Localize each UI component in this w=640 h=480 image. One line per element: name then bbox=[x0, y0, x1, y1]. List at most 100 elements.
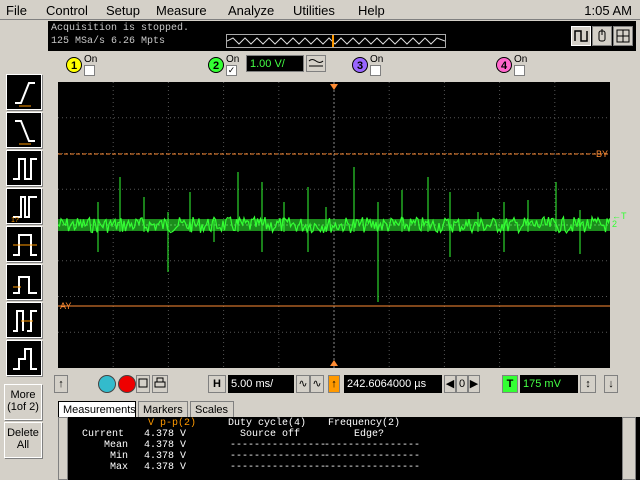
channel-2-badge[interactable]: 2 bbox=[208, 57, 224, 73]
coupling-button[interactable] bbox=[306, 55, 326, 72]
menu-bar: File Control Setup Measure Analyze Utili… bbox=[0, 0, 640, 20]
channel-2-checkbox[interactable]: ✓ bbox=[226, 65, 237, 76]
mean-freq: ---------------- bbox=[324, 440, 421, 451]
tab-measurements[interactable]: Measurements bbox=[58, 401, 136, 418]
pulse-width-trigger-button[interactable] bbox=[6, 150, 42, 186]
cyan-color-icon[interactable] bbox=[98, 375, 116, 393]
menu-help[interactable]: Help bbox=[358, 3, 385, 18]
menu-utilities[interactable]: Utilities bbox=[293, 3, 335, 18]
more-button-label: More (1of 2) bbox=[7, 389, 39, 413]
row-mean-label: Mean bbox=[104, 440, 129, 451]
duty-cycle-header[interactable]: Duty cycle(4) bbox=[228, 418, 306, 429]
delay-field[interactable]: 242.6064000 µs bbox=[344, 375, 442, 393]
sample-rate: 125 MSa/s 6.26 Mpts bbox=[51, 36, 166, 47]
glitch-trigger-button[interactable]: 1? bbox=[6, 188, 42, 224]
trigger-level-stepper[interactable]: ↕ bbox=[580, 375, 596, 393]
pulse-width-icon bbox=[13, 158, 37, 180]
current-vpp: 4.378 V bbox=[144, 429, 187, 440]
acquisition-status-bar: Acquisition is stopped. 125 MSa/s 6.26 M… bbox=[48, 21, 636, 51]
clear-display-button[interactable] bbox=[136, 375, 150, 393]
waveform-graticule: BY AY bbox=[58, 82, 610, 368]
transition-icon bbox=[13, 348, 37, 370]
min-freq: ---------------- bbox=[324, 451, 421, 462]
menu-control[interactable]: Control bbox=[46, 3, 88, 18]
row-min-label: Min bbox=[110, 451, 129, 462]
menu-file[interactable]: File bbox=[6, 3, 27, 18]
channel-2-noise-band bbox=[58, 219, 610, 231]
delay-zero-button[interactable]: 0 bbox=[456, 375, 468, 393]
tab-markers[interactable]: Markers bbox=[138, 401, 188, 418]
marker-b-label: BY bbox=[596, 149, 608, 159]
rising-edge-trigger-button[interactable] bbox=[6, 74, 42, 110]
setup-hold-trigger-button[interactable] bbox=[6, 302, 42, 338]
channel-1-badge[interactable]: 1 bbox=[66, 57, 82, 73]
row-max-label: Max bbox=[110, 462, 129, 473]
frequency-header[interactable]: Frequency(2) bbox=[328, 418, 400, 429]
timeout-trigger-button[interactable] bbox=[6, 226, 42, 262]
overview-waveform-icon bbox=[226, 35, 446, 47]
trigger-level-marker: ←T 2 bbox=[612, 211, 627, 229]
max-freq: ---------------- bbox=[324, 462, 421, 473]
red-color-icon[interactable] bbox=[118, 375, 136, 393]
timebase-coarse-button[interactable]: ∿ bbox=[310, 375, 324, 393]
timeout-icon bbox=[13, 234, 37, 256]
more-button[interactable]: More (1of 2) bbox=[4, 384, 42, 420]
down-arrow-button[interactable]: ↓ bbox=[604, 375, 618, 393]
clear-display-icon bbox=[138, 378, 148, 388]
max-vpp: 4.378 V bbox=[144, 462, 187, 473]
measurements-panel: V p-p(2) Duty cycle(4) Frequency(2) Curr… bbox=[58, 417, 640, 480]
pointer-mode-button[interactable] bbox=[592, 26, 612, 46]
channel-4-checkbox[interactable] bbox=[514, 65, 525, 76]
setup-hold-icon bbox=[13, 310, 37, 332]
trigger-button[interactable]: T bbox=[502, 375, 518, 393]
print-button[interactable] bbox=[152, 375, 168, 393]
marker-a-label: AY bbox=[60, 301, 71, 311]
channel-4-on-label: On bbox=[514, 54, 528, 65]
horizontal-controls: ↑ H 5.00 ms/ ∿ ∿ ↑ 242.6064000 µs ◀ 0 ▶ … bbox=[50, 373, 640, 397]
memory-overview[interactable] bbox=[226, 34, 446, 48]
mean-duty: ---------------- bbox=[230, 440, 327, 451]
up-arrow-button[interactable]: ↑ bbox=[54, 375, 68, 393]
channel-2-scale[interactable]: 1.00 V/ bbox=[246, 55, 304, 72]
delay-reference-button[interactable]: ↑ bbox=[328, 375, 340, 393]
menu-setup[interactable]: Setup bbox=[106, 3, 140, 18]
vpp-header[interactable]: V p-p(2) bbox=[148, 418, 196, 429]
printer-icon bbox=[154, 377, 166, 388]
delay-left-button[interactable]: ◀ bbox=[444, 375, 456, 393]
runt-trigger-button[interactable] bbox=[6, 264, 42, 300]
runt-icon bbox=[13, 276, 37, 294]
channel-2-on-label: On bbox=[226, 54, 240, 65]
menu-analyze[interactable]: Analyze bbox=[228, 3, 274, 18]
horizontal-button[interactable]: H bbox=[208, 375, 226, 393]
menu-measure[interactable]: Measure bbox=[156, 3, 207, 18]
falling-edge-trigger-button[interactable] bbox=[6, 112, 42, 148]
falling-edge-icon bbox=[15, 120, 35, 145]
timebase-fine-button[interactable]: ∿ bbox=[296, 375, 310, 393]
delete-all-button[interactable]: Delete All bbox=[4, 422, 42, 458]
delay-right-button[interactable]: ▶ bbox=[468, 375, 480, 393]
tab-scales[interactable]: Scales bbox=[190, 401, 234, 418]
trigger-level-field[interactable]: 175 mV bbox=[520, 375, 578, 393]
delete-all-label: Delete All bbox=[7, 427, 39, 451]
channel-1-checkbox[interactable] bbox=[84, 65, 95, 76]
run-stop-toggle[interactable] bbox=[571, 26, 591, 46]
waveform-display[interactable]: BY AY bbox=[58, 82, 610, 368]
glitch-icon: 1? bbox=[11, 196, 37, 223]
transition-trigger-button[interactable] bbox=[6, 340, 42, 376]
timebase-field[interactable]: 5.00 ms/ bbox=[228, 375, 294, 393]
rising-edge-icon bbox=[15, 82, 35, 107]
clock: 1:05 AM bbox=[584, 3, 632, 18]
hand-icon bbox=[598, 29, 606, 42]
display-grid-button[interactable] bbox=[613, 26, 633, 46]
max-duty: ---------------- bbox=[230, 462, 327, 473]
duty-subheader: Source off bbox=[240, 429, 301, 440]
row-current-label: Current bbox=[82, 429, 125, 440]
trigger-position-top-marker bbox=[330, 84, 338, 90]
frequency-subheader: Edge? bbox=[354, 429, 385, 440]
channel-3-checkbox[interactable] bbox=[370, 65, 381, 76]
channel-3-badge[interactable]: 3 bbox=[352, 57, 368, 73]
trigger-position-bottom-marker bbox=[330, 360, 338, 366]
coupling-icon bbox=[308, 59, 324, 67]
min-vpp: 4.378 V bbox=[144, 451, 187, 462]
channel-4-badge[interactable]: 4 bbox=[496, 57, 512, 73]
